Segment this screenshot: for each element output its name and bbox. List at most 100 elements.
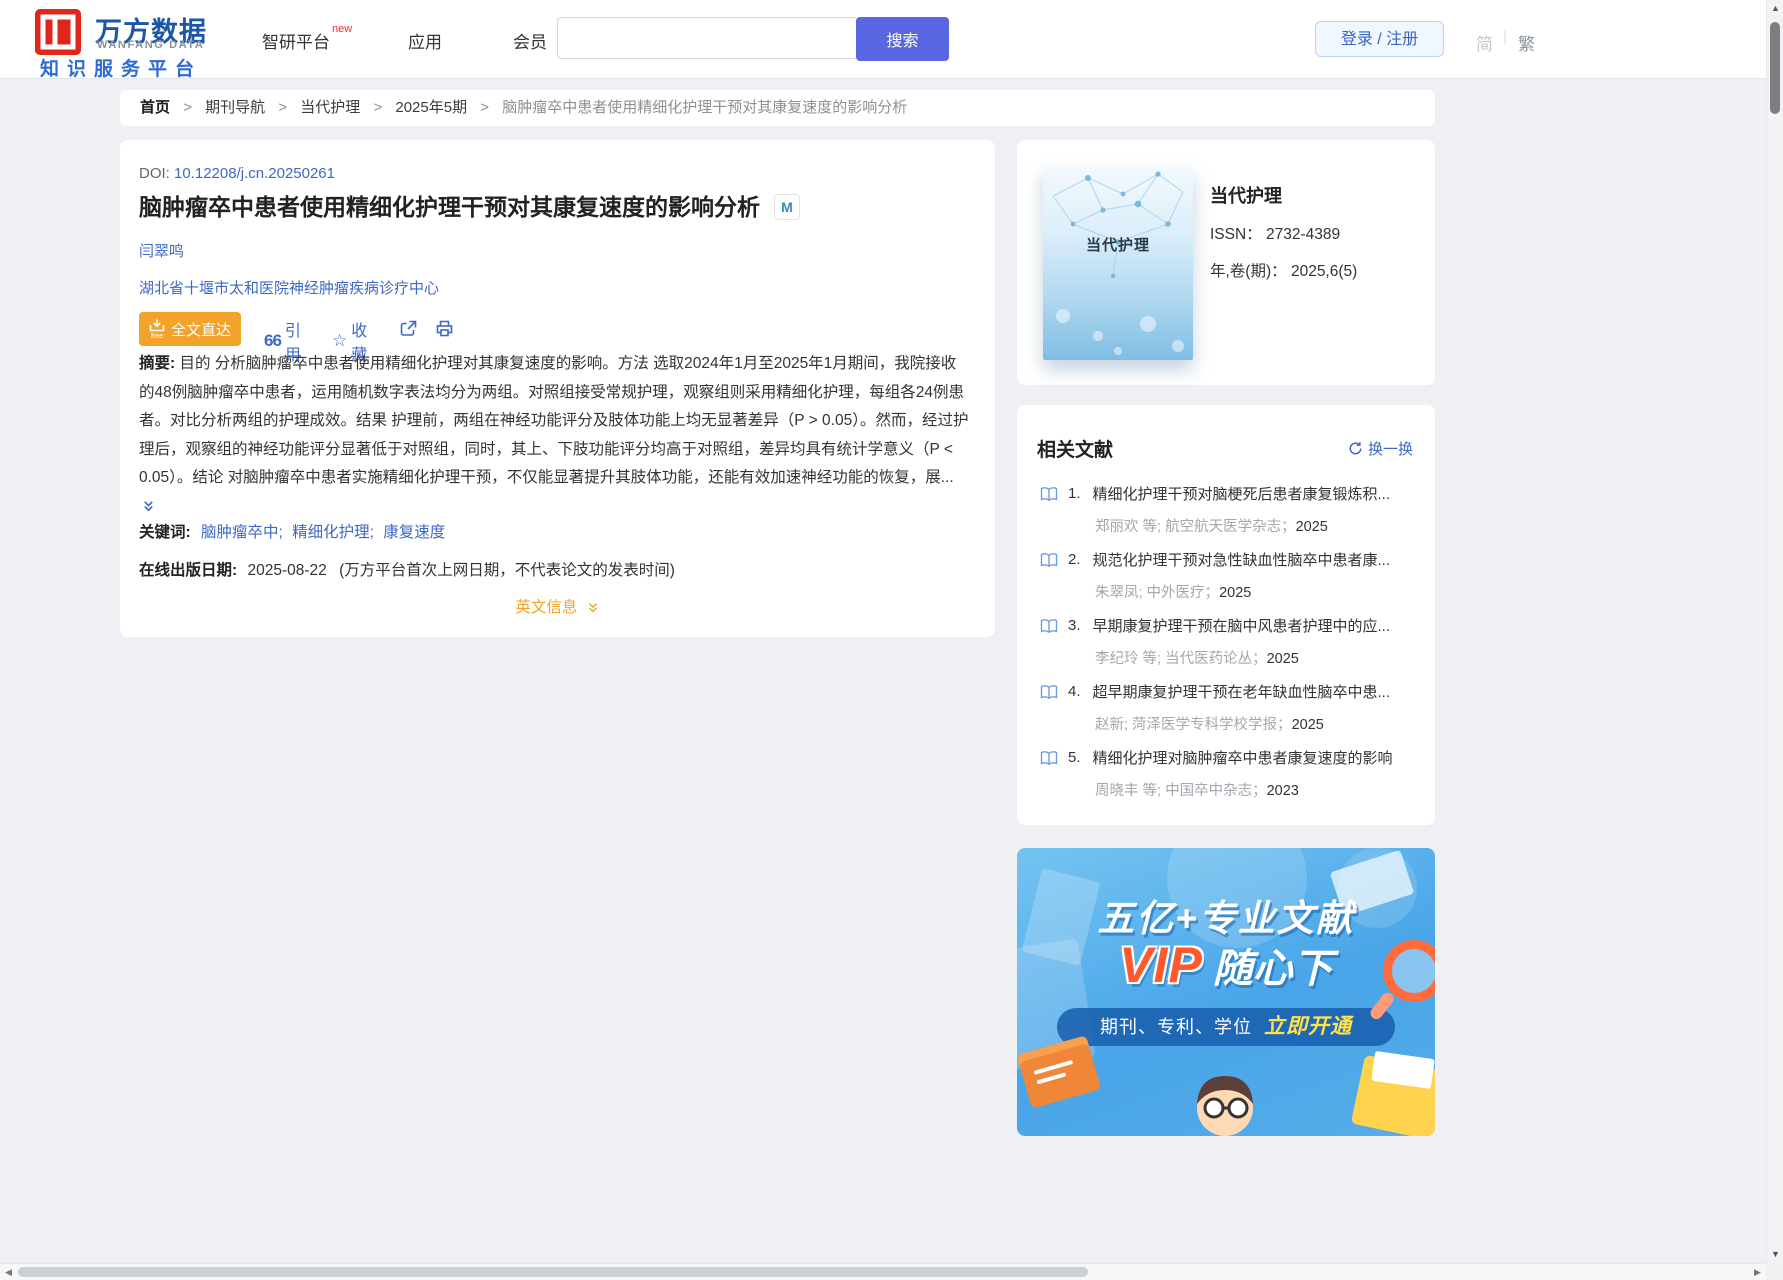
- scroll-left-arrow[interactable]: ◀: [0, 1264, 17, 1280]
- vip-label: VIP: [1119, 937, 1203, 993]
- free-label: free: [150, 332, 164, 340]
- breadcrumb-journal-nav[interactable]: 期刊导航: [205, 99, 265, 116]
- breadcrumb-home[interactable]: 首页: [140, 99, 170, 116]
- book-icon: [1040, 552, 1058, 567]
- related-item-meta: 朱翠凤; 中外医疗；2025: [1095, 581, 1251, 602]
- related-item-number: 5.: [1068, 749, 1081, 766]
- scroll-right-arrow[interactable]: ▶: [1749, 1264, 1766, 1280]
- horizontal-scrollbar-thumb[interactable]: [18, 1267, 1088, 1277]
- search-input[interactable]: [557, 17, 856, 59]
- volume-label: 年,卷(期)：: [1210, 263, 1287, 280]
- scroll-down-arrow[interactable]: ▼: [1767, 1246, 1783, 1263]
- related-item-source: 郑丽欢 等; 航空航天医学杂志；: [1095, 519, 1296, 535]
- related-item-meta: 赵新; 菏泽医学专科学校学报；2025: [1095, 713, 1324, 734]
- abstract-text: 目的 分析脑肿瘤卒中患者使用精细化护理对其康复速度的影响。方法 选取2024年1…: [139, 355, 969, 486]
- journal-volume-row: 年,卷(期)： 2025,6(5): [1210, 259, 1357, 281]
- doi-row: DOI: 10.12208/j.cn.20250261: [139, 165, 335, 182]
- breadcrumb-separator: >: [480, 99, 490, 116]
- nav-item-apps[interactable]: 应用: [408, 28, 442, 53]
- lang-simplified[interactable]: 简: [1476, 30, 1493, 55]
- affiliation-link[interactable]: 湖北省十堰市太和医院神经肿瘤疾病诊疗中心: [139, 277, 439, 298]
- nav-item-zhiyan[interactable]: 智研平台new: [262, 23, 352, 53]
- scroll-up-arrow[interactable]: ▲: [1767, 0, 1783, 17]
- related-item-number: 2.: [1068, 551, 1081, 568]
- refresh-label: 换一换: [1367, 441, 1413, 458]
- related-item-year: 2025: [1219, 585, 1252, 601]
- related-item[interactable]: 2. 规范化护理干预对急性缺血性脑卒中患者康...: [1040, 549, 1430, 570]
- vertical-scrollbar-thumb[interactable]: [1770, 22, 1780, 114]
- logo[interactable]: 万方数据 WANFANG DATA 知识服务平台: [35, 6, 265, 80]
- related-item[interactable]: 5. 精细化护理对脑肿瘤卒中患者康复速度的影响: [1040, 747, 1430, 768]
- journal-card: 当代护理 当代护理 ISSN： 2732-4389 年,卷(期)： 2025,6…: [1017, 140, 1435, 385]
- keywords-label: 关键词:: [139, 524, 191, 541]
- login-register-button[interactable]: 登录 / 注册: [1315, 21, 1444, 57]
- book-icon: [1040, 684, 1058, 699]
- breadcrumb-separator: >: [183, 99, 192, 116]
- share-button[interactable]: [399, 319, 418, 343]
- refresh-related-button[interactable]: 换一换: [1348, 438, 1413, 459]
- related-item-title: 精细化护理对脑肿瘤卒中患者康复速度的影响: [1092, 750, 1393, 767]
- author-link[interactable]: 闫翠鸣: [139, 240, 184, 261]
- lang-divider: |: [1503, 28, 1508, 45]
- lang-traditional[interactable]: 繁: [1518, 30, 1535, 55]
- doi-label: DOI:: [139, 165, 170, 182]
- related-item[interactable]: 4. 超早期康复护理干预在老年缺血性脑卒中患...: [1040, 681, 1430, 702]
- vertical-scrollbar[interactable]: ▲ ▼: [1766, 0, 1783, 1263]
- related-heading: 相关文献: [1037, 440, 1114, 461]
- related-item-source: 周晓丰 等; 中国卒中杂志；: [1095, 783, 1267, 799]
- abstract-label: 摘要:: [139, 355, 176, 372]
- related-item-number: 4.: [1068, 683, 1081, 700]
- breadcrumb-issue[interactable]: 2025年5期: [395, 99, 467, 116]
- related-item-year: 2023: [1266, 783, 1299, 799]
- refresh-icon: [1349, 442, 1362, 455]
- wanfang-logo-icon: [35, 9, 81, 55]
- fulltext-label: 全文直达: [170, 321, 231, 339]
- article-card: DOI: 10.12208/j.cn.20250261 脑肿瘤卒中患者使用精细化…: [120, 140, 995, 637]
- vip-promo-banner[interactable]: 五亿+专业文献 VIP 随心下 期刊、专利、学位 立即开通: [1017, 848, 1435, 1136]
- related-item-source: 李纪玲 等; 当代医药论丛；: [1095, 651, 1267, 667]
- related-item-title: 早期康复护理干预在脑中风患者护理中的应...: [1092, 618, 1391, 635]
- banner-headline: 五亿+专业文献: [1097, 898, 1355, 939]
- related-item[interactable]: 3. 早期康复护理干预在脑中风患者护理中的应...: [1040, 615, 1430, 636]
- scrollbar-corner: [1766, 1263, 1783, 1280]
- print-icon: [436, 320, 453, 337]
- english-info-label: 英文信息: [515, 599, 578, 616]
- expand-abstract-icon[interactable]: [141, 499, 156, 514]
- keywords-row: 关键词: 脑肿瘤卒中; 精细化护理; 康复速度: [139, 520, 450, 542]
- chevron-double-down-icon: [588, 603, 597, 613]
- banner-cta-pill[interactable]: 期刊、专利、学位 立即开通: [1057, 1008, 1395, 1046]
- horizontal-scrollbar[interactable]: ◀ ▶: [0, 1263, 1766, 1280]
- print-button[interactable]: [435, 319, 454, 343]
- book-icon: [1040, 750, 1058, 765]
- nav-label: 应用: [408, 33, 442, 52]
- quote-icon: 66: [264, 331, 282, 350]
- article-title-text: 脑肿瘤卒中患者使用精细化护理干预对其康复速度的影响分析: [139, 194, 760, 220]
- banner-subline: VIP 随心下: [1017, 936, 1435, 994]
- book-icon: [1040, 618, 1058, 633]
- doi-link[interactable]: 10.12208/j.cn.20250261: [174, 165, 335, 182]
- nav-item-member[interactable]: 会员: [513, 28, 547, 53]
- journal-issn-row: ISSN： 2732-4389: [1210, 222, 1340, 244]
- star-icon: ☆: [332, 331, 348, 350]
- banner-cta-label: 立即开通: [1264, 1015, 1352, 1038]
- breadcrumb-journal[interactable]: 当代护理: [300, 99, 360, 116]
- site-header: 万方数据 WANFANG DATA 知识服务平台 智研平台new 应用 会员 搜…: [0, 0, 1783, 80]
- page-title: 脑肿瘤卒中患者使用精细化护理干预对其康复速度的影响分析 M: [139, 188, 800, 222]
- related-item[interactable]: 1. 精细化护理干预对脑梗死后患者康复锻炼积...: [1040, 483, 1430, 504]
- pubdate-row: 在线出版日期: 2025-08-22 (万方平台首次上网日期，不代表论文的发表时…: [139, 558, 675, 580]
- pubdate-value: 2025-08-22: [247, 562, 327, 579]
- keyword-link[interactable]: 康复速度: [383, 524, 445, 541]
- related-item-number: 1.: [1068, 485, 1081, 502]
- journal-name[interactable]: 当代护理: [1210, 182, 1282, 208]
- search-button[interactable]: 搜索: [856, 17, 949, 61]
- related-item-number: 3.: [1068, 617, 1081, 634]
- english-info-toggle[interactable]: 英文信息: [120, 595, 995, 617]
- pubdate-label: 在线出版日期:: [139, 562, 238, 579]
- breadcrumb-separator: >: [278, 99, 288, 116]
- fulltext-button[interactable]: free 全文直达: [139, 312, 241, 346]
- keyword-link[interactable]: 精细化护理;: [292, 524, 374, 541]
- keyword-link[interactable]: 脑肿瘤卒中;: [201, 524, 283, 541]
- share-icon: [400, 320, 417, 336]
- journal-cover[interactable]: 当代护理: [1043, 166, 1193, 360]
- related-item-meta: 周晓丰 等; 中国卒中杂志；2023: [1095, 779, 1299, 800]
